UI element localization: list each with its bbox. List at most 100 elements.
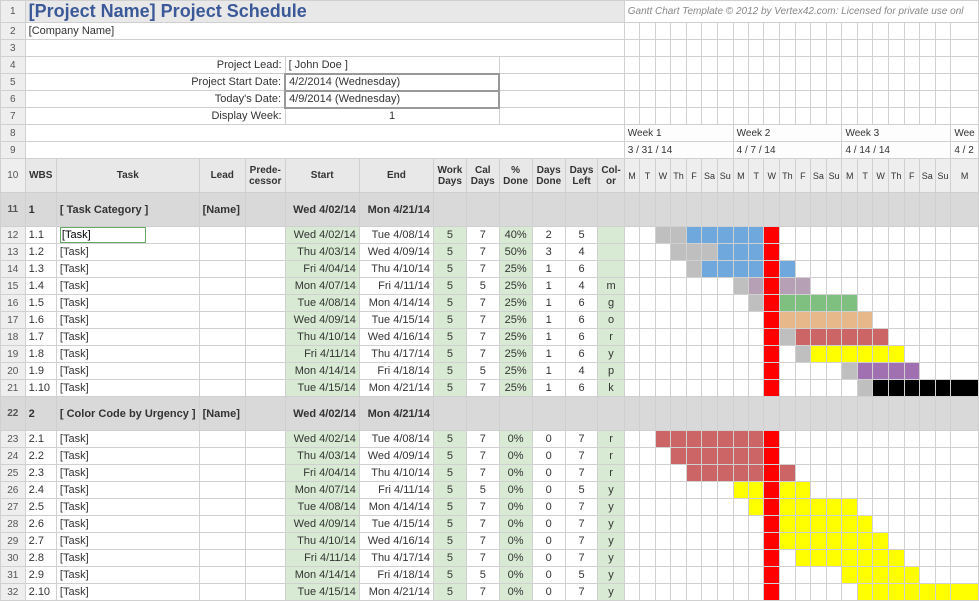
daysleft-cell[interactable]: 6 [565,380,598,397]
wbs-cell[interactable]: 1.5 [25,295,56,312]
spreadsheet-grid[interactable]: 1[Project Name] Project ScheduleGantt Ch… [0,0,979,601]
wbs-cell[interactable]: 2.6 [25,516,56,533]
caldays-cell[interactable]: 7 [466,227,499,244]
wbs-cell[interactable]: 1.4 [25,278,56,295]
wbs-cell[interactable]: 1.10 [25,380,56,397]
end-cell[interactable]: Tue 4/15/14 [359,516,433,533]
workdays-cell[interactable]: 5 [433,363,466,380]
pred-cell[interactable] [245,431,285,448]
lead-cell[interactable] [199,380,245,397]
daysdone-cell[interactable]: 0 [532,533,565,550]
company-name[interactable]: [Company Name] [25,23,624,40]
end-cell[interactable]: Fri 4/18/14 [359,567,433,584]
caldays-cell[interactable]: 7 [466,448,499,465]
task-input[interactable] [60,227,146,243]
lead-cell[interactable] [199,261,245,278]
wbs-cell[interactable]: 2 [25,397,56,431]
task-cell[interactable]: [Task] [56,533,199,550]
pred-cell[interactable] [245,465,285,482]
daysleft-cell[interactable]: 5 [565,227,598,244]
start-cell[interactable]: Thu 4/03/14 [285,244,359,261]
color-cell[interactable]: k [598,380,624,397]
caldays-cell[interactable]: 7 [466,550,499,567]
caldays-cell[interactable]: 7 [466,465,499,482]
daysdone-cell[interactable]: 1 [532,363,565,380]
task-cell[interactable]: [Task] [56,550,199,567]
pctdone-cell[interactable]: 0% [499,465,532,482]
start-cell[interactable]: Thu 4/10/14 [285,533,359,550]
wbs-cell[interactable]: 1.9 [25,363,56,380]
color-cell[interactable]: y [598,550,624,567]
task-cell[interactable]: [Task] [56,380,199,397]
daysleft-cell[interactable]: 4 [565,363,598,380]
daysdone-cell[interactable]: 1 [532,261,565,278]
pctdone-cell[interactable]: 25% [499,278,532,295]
workdays-cell[interactable]: 5 [433,584,466,601]
end-cell[interactable]: Tue 4/08/14 [359,431,433,448]
col-header-wd[interactable]: WorkDays [433,159,466,193]
lead-cell[interactable] [199,363,245,380]
workdays-cell[interactable]: 5 [433,516,466,533]
workdays-cell[interactable]: 5 [433,567,466,584]
start_value-cell[interactable]: 4/2/2014 (Wednesday) [285,74,499,91]
workdays-cell[interactable]: 5 [433,346,466,363]
workdays-cell[interactable]: 5 [433,448,466,465]
start-cell[interactable]: Mon 4/14/14 [285,363,359,380]
daysleft-cell[interactable]: 7 [565,584,598,601]
color-cell[interactable]: m [598,278,624,295]
task-cell[interactable]: [Task] [56,516,199,533]
caldays-cell[interactable]: 7 [466,329,499,346]
col-header-wbs[interactable]: WBS [25,159,56,193]
caldays-cell[interactable]: 7 [466,244,499,261]
pred-cell[interactable] [245,312,285,329]
daysdone-cell[interactable]: 0 [532,584,565,601]
end-cell[interactable]: Fri 4/11/14 [359,278,433,295]
lead-cell[interactable] [199,227,245,244]
lead-cell[interactable] [199,244,245,261]
color-cell[interactable]: r [598,448,624,465]
start-cell[interactable]: Wed 4/02/14 [285,193,359,227]
workdays-cell[interactable]: 5 [433,295,466,312]
daysleft-cell[interactable]: 7 [565,431,598,448]
daysdone-cell[interactable]: 2 [532,227,565,244]
col-header-dl[interactable]: DaysLeft [565,159,598,193]
wbs-cell[interactable]: 1.1 [25,227,56,244]
task-cell[interactable]: [Task] [56,346,199,363]
pctdone-cell[interactable]: 25% [499,261,532,278]
daysdone-cell[interactable]: 0 [532,516,565,533]
daysleft-cell[interactable]: 7 [565,465,598,482]
wbs-cell[interactable]: 2.1 [25,431,56,448]
col-header-cd[interactable]: CalDays [466,159,499,193]
page-title[interactable]: [Project Name] Project Schedule [25,1,624,23]
task-cell[interactable] [56,227,199,244]
end-cell[interactable]: Wed 4/09/14 [359,448,433,465]
display_week_value-cell[interactable]: 1 [285,108,499,125]
daysdone-cell[interactable]: 0 [532,499,565,516]
caldays-cell[interactable]: 7 [466,431,499,448]
task-cell[interactable]: [Task] [56,244,199,261]
task-cell[interactable]: [Task] [56,329,199,346]
col-header-pred[interactable]: Prede-cessor [245,159,285,193]
col-header-pct[interactable]: %Done [499,159,532,193]
end-cell[interactable]: Mon 4/21/14 [359,397,433,431]
daysleft-cell[interactable]: 6 [565,312,598,329]
task-cell[interactable]: [Task] [56,499,199,516]
color-cell[interactable]: y [598,567,624,584]
daysleft-cell[interactable]: 7 [565,550,598,567]
wbs-cell[interactable]: 2.4 [25,482,56,499]
start-cell[interactable]: Tue 4/08/14 [285,499,359,516]
lead-cell[interactable] [199,550,245,567]
end-cell[interactable]: Fri 4/18/14 [359,363,433,380]
lead-cell[interactable] [199,482,245,499]
start-cell[interactable]: Wed 4/02/14 [285,397,359,431]
color-cell[interactable]: y [598,533,624,550]
pctdone-cell[interactable]: 0% [499,584,532,601]
start-cell[interactable]: Tue 4/15/14 [285,380,359,397]
lead_value-cell[interactable]: [ John Doe ] [285,57,499,74]
daysleft-cell[interactable]: 7 [565,533,598,550]
pctdone-cell[interactable]: 0% [499,533,532,550]
task-cell[interactable]: [ Task Category ] [56,193,199,227]
end-cell[interactable]: Wed 4/09/14 [359,244,433,261]
caldays-cell[interactable]: 7 [466,380,499,397]
caldays-cell[interactable]: 7 [466,346,499,363]
